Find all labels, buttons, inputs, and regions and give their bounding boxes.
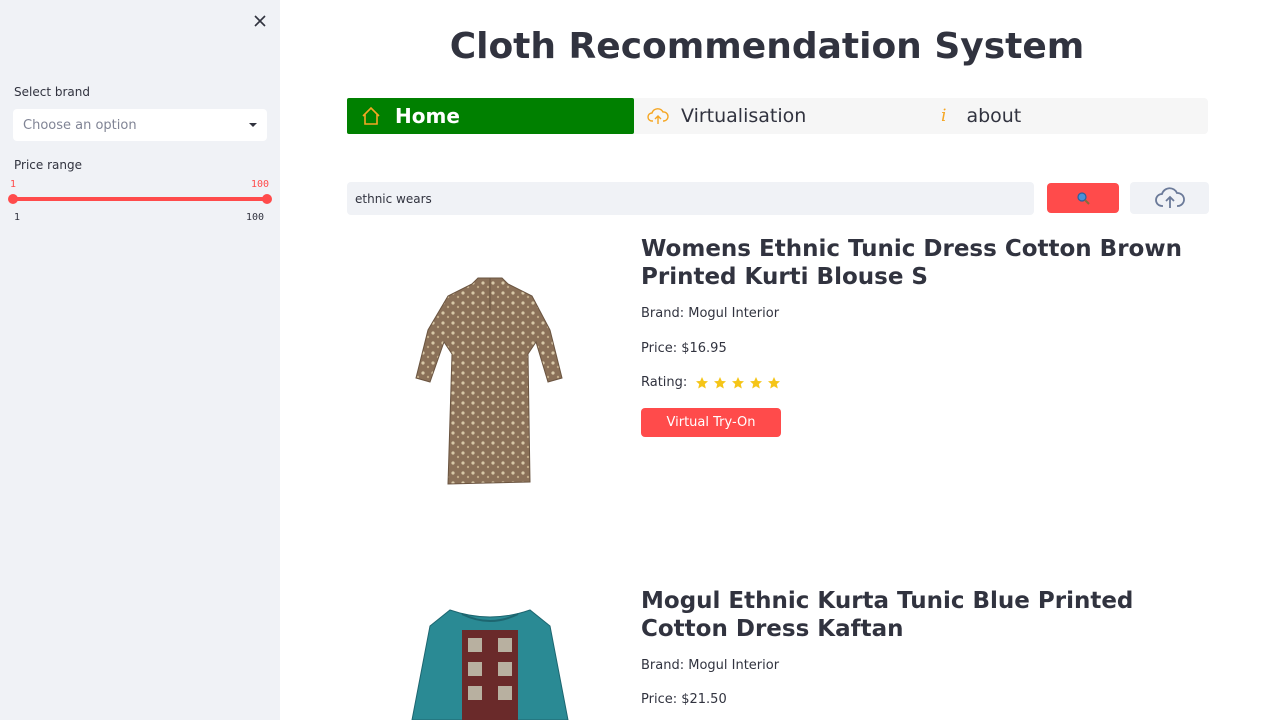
- star-icon: [732, 376, 745, 388]
- product-image: [411, 609, 569, 720]
- price-slider-track[interactable]: [13, 197, 267, 201]
- slider-range-min: 1: [14, 212, 21, 223]
- slider-current-min: 1: [10, 179, 17, 190]
- star-icon: [750, 376, 763, 388]
- cloud-upload-icon: [1154, 187, 1185, 208]
- slider-range-max: 100: [246, 212, 265, 223]
- close-icon: [254, 15, 266, 27]
- search-input[interactable]: [347, 182, 1034, 215]
- chevron-down-icon: [249, 123, 257, 127]
- cloud-upload-icon: [647, 108, 669, 124]
- star-icon: [768, 376, 781, 388]
- product-rating: Rating:: [641, 375, 781, 390]
- sidebar: Select brand Choose an option Price rang…: [0, 0, 280, 720]
- star-icon: [714, 376, 727, 388]
- product-brand: Brand: Mogul Interior: [641, 658, 780, 673]
- nav-about-label: about: [966, 105, 1022, 127]
- product-title: Womens Ethnic Tunic Dress Cotton Brown P…: [641, 236, 1182, 290]
- nav-home-label: Home: [395, 104, 460, 128]
- star-icon: [696, 376, 709, 388]
- magnifier-icon: [1077, 192, 1090, 205]
- search-button[interactable]: [1047, 183, 1119, 213]
- page-scrollbar[interactable]: [1268, 0, 1280, 720]
- product-price: Price: $16.95: [641, 341, 727, 356]
- home-icon: [362, 106, 380, 125]
- brand-select-placeholder: Choose an option: [23, 117, 137, 133]
- nav-menu: Home Virtualisation i about: [347, 98, 1208, 134]
- slider-current-max: 100: [251, 179, 270, 190]
- price-slider-max-handle[interactable]: [262, 194, 272, 204]
- rating-label: Rating:: [641, 375, 688, 390]
- price-slider-min-handle[interactable]: [8, 194, 18, 204]
- close-sidebar-button[interactable]: [250, 11, 270, 31]
- info-icon: i: [941, 106, 947, 126]
- brand-select[interactable]: Choose an option: [13, 109, 267, 141]
- page-title: Cloth Recommendation System: [449, 26, 1085, 67]
- nav-item-virtualisation[interactable]: Virtualisation: [647, 98, 917, 134]
- brand-label: Select brand: [14, 85, 90, 99]
- virtual-try-on-button[interactable]: Virtual Try-On: [641, 408, 781, 437]
- nav-item-home[interactable]: Home: [347, 98, 634, 134]
- price-range-label: Price range: [14, 158, 82, 172]
- upload-image-button[interactable]: [1130, 182, 1209, 214]
- rating-stars: [695, 376, 781, 390]
- product-price: Price: $21.50: [641, 692, 727, 707]
- product-brand: Brand: Mogul Interior: [641, 306, 780, 321]
- product-title: Mogul Ethnic Kurta Tunic Blue Printed Co…: [641, 588, 1134, 642]
- product-image: [415, 277, 563, 485]
- nav-item-about[interactable]: i about: [937, 98, 1207, 134]
- nav-virtualisation-label: Virtualisation: [681, 105, 807, 127]
